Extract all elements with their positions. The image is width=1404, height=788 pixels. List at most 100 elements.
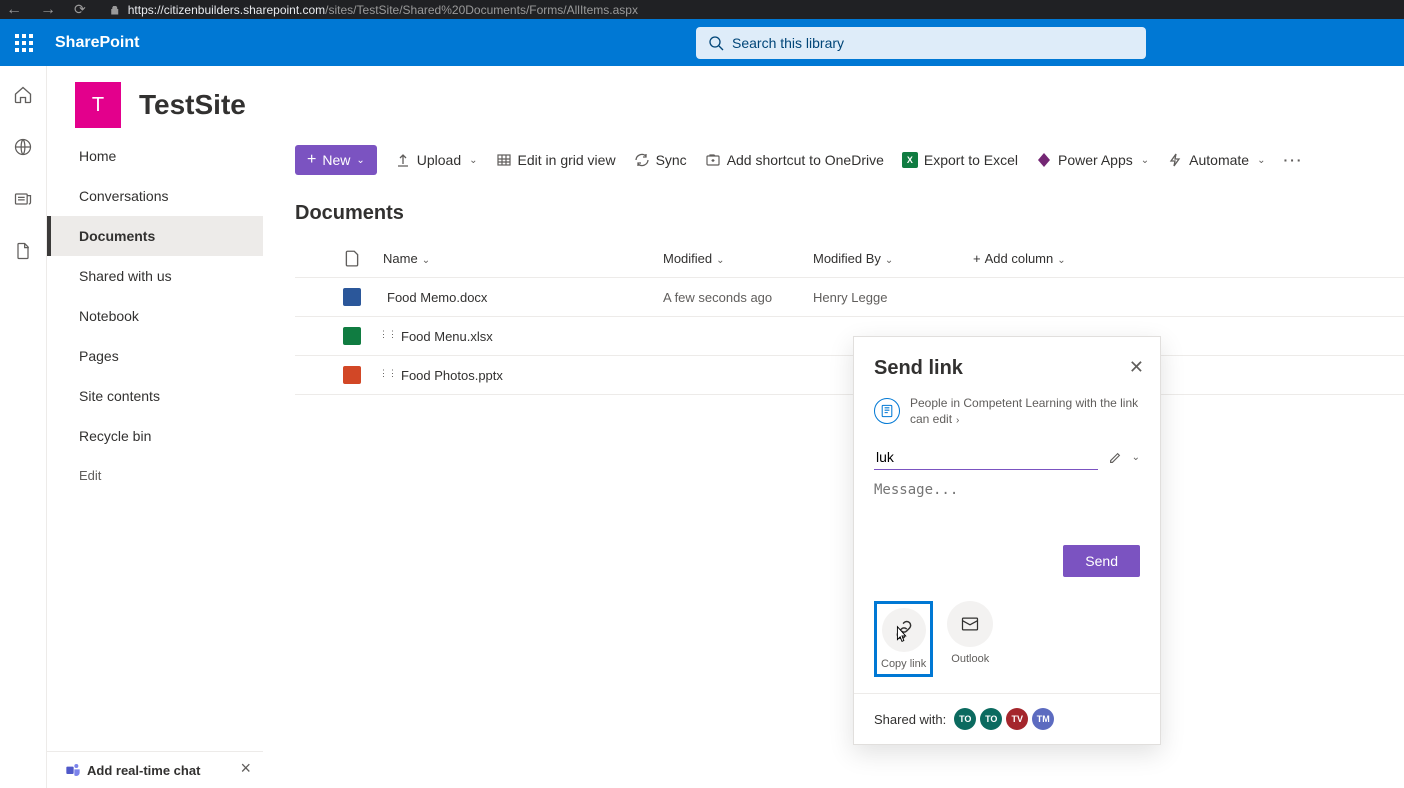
url-field[interactable]: https://citizenbuilders.sharepoint.com/s… — [98, 3, 1398, 17]
nav-home[interactable]: Home — [47, 136, 263, 176]
shared-with-row[interactable]: Shared with: TO TO TV TM — [854, 693, 1160, 744]
org-globe-icon — [874, 398, 900, 424]
copy-link-label: Copy link — [881, 658, 926, 670]
column-name[interactable]: Name⌄ — [375, 239, 655, 278]
waffle-icon — [15, 34, 33, 52]
document-list: Name⌄ Modified⌄ Modified By⌄ +Add column… — [295, 239, 1404, 395]
recipient-name-input[interactable] — [874, 445, 1098, 470]
nav-recycle-bin[interactable]: Recycle bin — [47, 416, 263, 456]
forward-icon[interactable]: → — [40, 1, 56, 19]
back-icon[interactable]: ← — [6, 1, 22, 19]
file-name[interactable]: Food Menu.xlsx — [401, 329, 493, 344]
modified-cell: A few seconds ago — [655, 278, 805, 317]
powerpoint-file-icon — [343, 366, 361, 384]
suite-bar: SharePoint — [0, 19, 1404, 66]
excel-file-icon — [343, 327, 361, 345]
word-file-icon — [343, 288, 361, 306]
teams-chat-promo[interactable]: × Add real-time chat — [47, 751, 263, 788]
table-row[interactable]: ⋮⋮ Food Photos.pptx — [295, 356, 1404, 395]
sync-button[interactable]: Sync — [634, 152, 687, 168]
automate-icon — [1167, 152, 1183, 168]
excel-icon: X — [902, 152, 918, 168]
home-icon[interactable] — [12, 84, 34, 106]
chevron-down-icon: ⌄ — [885, 255, 893, 266]
dialog-title: Send link — [874, 357, 1140, 380]
product-name[interactable]: SharePoint — [55, 34, 139, 52]
power-apps-icon — [1036, 152, 1052, 168]
file-name[interactable]: Food Memo.docx — [387, 290, 487, 305]
copy-link-button[interactable]: Copy link — [874, 601, 933, 677]
globe-icon[interactable] — [12, 136, 34, 158]
close-icon[interactable]: ✕ — [1129, 357, 1144, 378]
sync-icon — [634, 152, 650, 168]
file-header-icon — [343, 249, 361, 267]
add-shortcut-label: Add shortcut to OneDrive — [727, 152, 884, 168]
nav-shared-with-us[interactable]: Shared with us — [47, 256, 263, 296]
automate-button[interactable]: Automate ⌄ — [1167, 152, 1265, 168]
more-commands-button[interactable]: ··· — [1283, 152, 1303, 168]
nav-edit-link[interactable]: Edit — [47, 456, 263, 495]
library-title: Documents — [263, 184, 1404, 239]
table-row[interactable]: ⋮⋮ Food Menu.xlsx — [295, 317, 1404, 356]
chevron-down-icon: ⌄ — [1057, 255, 1065, 266]
chevron-down-icon: ⌄ — [356, 155, 364, 166]
nav-notebook[interactable]: Notebook — [47, 296, 263, 336]
nav-pages[interactable]: Pages — [47, 336, 263, 376]
chat-promo-label: Add real-time chat — [87, 763, 200, 778]
send-button[interactable]: Send — [1063, 545, 1140, 577]
reload-icon[interactable]: ⟳ — [74, 1, 86, 18]
avatar[interactable]: TO — [954, 708, 976, 730]
link-permissions-button[interactable]: People in Competent Learning with the li… — [874, 396, 1140, 427]
upload-icon — [395, 152, 411, 168]
new-indicator-icon: ⋮⋮ — [379, 329, 397, 339]
url-domain: https://citizenbuilders.sharepoint.com — [128, 3, 325, 17]
nav-documents[interactable]: Documents — [47, 216, 263, 256]
site-header: T TestSite — [47, 66, 1404, 136]
close-icon[interactable]: × — [240, 758, 251, 779]
nav-site-contents[interactable]: Site contents — [47, 376, 263, 416]
outlook-icon — [960, 614, 980, 634]
export-excel-button[interactable]: X Export to Excel — [902, 152, 1018, 168]
search-box[interactable] — [696, 27, 1146, 59]
site-logo[interactable]: T — [75, 82, 121, 128]
avatar[interactable]: TV — [1006, 708, 1028, 730]
news-icon[interactable] — [12, 188, 34, 210]
command-bar: + New ⌄ Upload ⌄ — [263, 136, 1404, 184]
table-row[interactable]: Food Memo.docx A few seconds ago Henry L… — [295, 278, 1404, 317]
shared-with-label: Shared with: — [874, 712, 946, 727]
automate-label: Automate — [1189, 152, 1249, 168]
edit-grid-button[interactable]: Edit in grid view — [496, 152, 616, 168]
new-button[interactable]: + New ⌄ — [295, 145, 377, 175]
chevron-down-icon[interactable]: ⌄ — [1132, 452, 1140, 463]
nav-conversations[interactable]: Conversations — [47, 176, 263, 216]
copy-link-icon — [893, 619, 915, 641]
power-apps-button[interactable]: Power Apps ⌄ — [1036, 152, 1149, 168]
upload-button[interactable]: Upload ⌄ — [395, 152, 478, 168]
column-modified-by[interactable]: Modified By⌄ — [805, 239, 965, 278]
lock-icon — [110, 5, 120, 15]
column-modified[interactable]: Modified⌄ — [655, 239, 805, 278]
outlook-share-button[interactable]: Outlook — [947, 601, 993, 665]
permissions-pencil-icon[interactable] — [1108, 451, 1122, 465]
avatar[interactable]: TO — [980, 708, 1002, 730]
site-title[interactable]: TestSite — [139, 89, 246, 121]
vertical-app-rail — [0, 66, 47, 788]
files-icon[interactable] — [12, 240, 34, 262]
app-launcher-button[interactable] — [0, 19, 47, 66]
search-input[interactable] — [732, 35, 1134, 51]
upload-label: Upload — [417, 152, 461, 168]
left-navigation: Home Conversations Documents Shared with… — [47, 136, 263, 788]
chevron-down-icon: ⌄ — [422, 255, 430, 266]
avatar[interactable]: TM — [1032, 708, 1054, 730]
file-name[interactable]: Food Photos.pptx — [401, 368, 503, 383]
chevron-down-icon: ⌄ — [469, 155, 477, 166]
add-shortcut-button[interactable]: Add shortcut to OneDrive — [705, 152, 884, 168]
new-indicator-icon: ⋮⋮ — [379, 368, 397, 378]
modified-by-cell: Henry Legge — [805, 278, 965, 317]
chevron-down-icon: ⌄ — [1141, 155, 1149, 166]
message-input[interactable] — [874, 482, 1140, 542]
sync-label: Sync — [656, 152, 687, 168]
url-path: /sites/TestSite/Shared%20Documents/Forms… — [325, 3, 638, 17]
chevron-right-icon: › — [956, 415, 959, 426]
add-column-button[interactable]: +Add column⌄ — [965, 239, 1404, 278]
